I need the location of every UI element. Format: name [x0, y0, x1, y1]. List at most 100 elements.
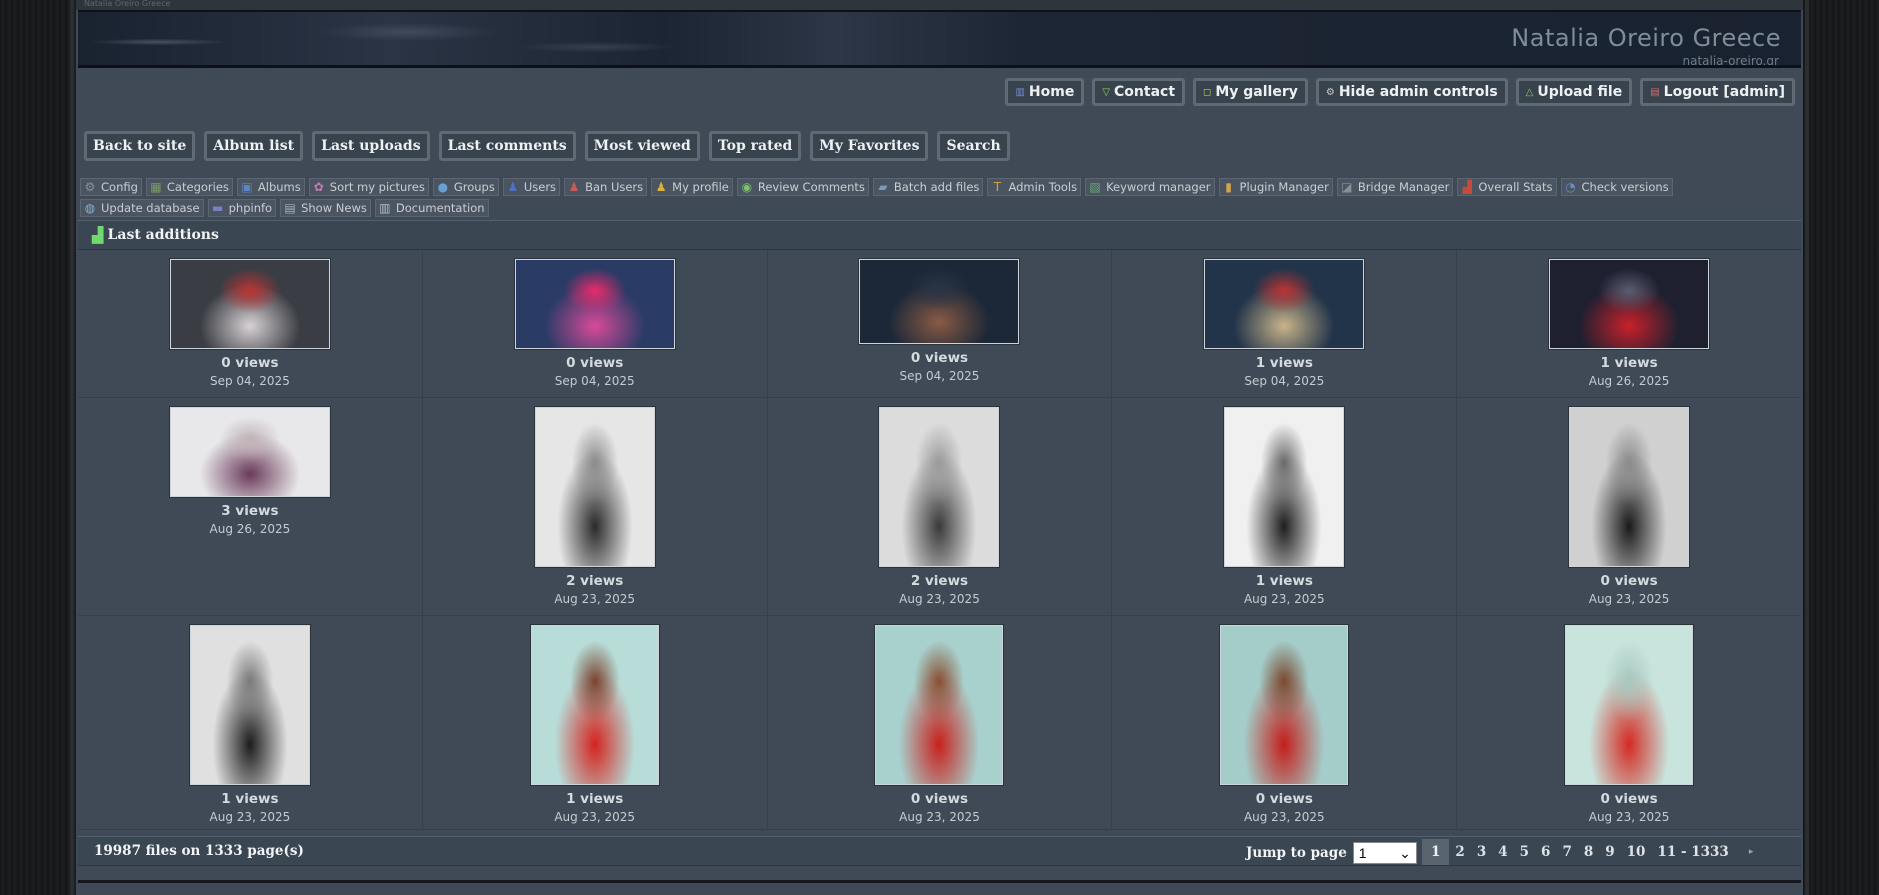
admin-label: My profile [672, 180, 729, 194]
thumbnail-image[interactable] [1569, 407, 1690, 567]
top-menu-gallery-button[interactable]: ◻ My gallery [1193, 78, 1308, 106]
page-link[interactable]: 4 [1492, 839, 1513, 865]
admin-keyword-button[interactable]: ▧ Keyword manager [1085, 178, 1215, 196]
main-menu-top-rated-button[interactable]: Top rated [708, 131, 802, 161]
thumbnail-image[interactable] [1565, 625, 1694, 785]
main-menu-album-list-button[interactable]: Album list [204, 131, 304, 161]
thumbnail-image[interactable] [1220, 625, 1349, 785]
top-menu-admin-button[interactable]: ⚙ Hide admin controls [1315, 78, 1508, 106]
admin-batch-button[interactable]: ▰ Batch add files [872, 178, 984, 196]
upload-icon: △ [1525, 86, 1534, 98]
page-link[interactable]: 9 [1599, 839, 1620, 865]
view-count: 0 views [566, 355, 624, 371]
page-link[interactable]: 7 [1556, 839, 1577, 865]
admin-news-button[interactable]: ▤ Show News [280, 199, 371, 217]
gallery-icon: ◻ [1203, 86, 1212, 98]
upload-date: Aug 26, 2025 [1588, 374, 1670, 388]
top-menu: ▥ Home ▽ Contact ◻ My gallery ⚙ Hide admin cont… [1005, 78, 1795, 106]
site-banner: Natalia Oreiro Greece natalia-oreiro.gr [78, 10, 1801, 68]
upload-date: Aug 23, 2025 [899, 592, 980, 606]
thumbnail-cell: 0 views Aug 23, 2025 [1457, 398, 1801, 615]
admin-label: Ban Users [585, 180, 644, 194]
thumbnail-image[interactable] [530, 625, 659, 785]
main-menu: Back to site Album list Last uploads Last c… [84, 131, 1010, 161]
admin-bridge-button[interactable]: ◪ Bridge Manager [1336, 178, 1454, 196]
page-link[interactable]: 6 [1535, 839, 1556, 865]
upload-date: Aug 23, 2025 [1243, 592, 1325, 606]
thumbnail-cell: 3 views Aug 26, 2025 [78, 398, 423, 615]
phpinfo-icon: ▬ [211, 201, 224, 215]
main-menu-search-button[interactable]: Search [937, 131, 1010, 161]
ban-users-icon: ♟ [568, 180, 580, 194]
page-link[interactable]: 3 [1471, 839, 1492, 865]
admin-versions-button[interactable]: ◔ Check versions [1560, 178, 1673, 196]
top-menu-upload-button[interactable]: △ Upload file [1515, 78, 1633, 106]
sort-icon: ✿ [313, 180, 324, 194]
admin-tools-button[interactable]: T Admin Tools [987, 178, 1082, 196]
main-menu-my-favorites-button[interactable]: My Favorites [810, 131, 929, 161]
categories-icon: ▦ [150, 180, 162, 194]
page-link[interactable]: 2 [1449, 839, 1470, 865]
thumbnail-image[interactable] [189, 625, 310, 785]
admin-plugin-button[interactable]: ▮ Plugin Manager [1218, 178, 1333, 196]
thumbnail-image[interactable] [1204, 259, 1365, 349]
chevron-down-icon: ⌄ [1399, 844, 1411, 861]
admin-database-button[interactable]: ◍ Update database [80, 199, 204, 217]
right-frame [1805, 0, 1809, 895]
main-menu-most-viewed-button[interactable]: Most viewed [584, 131, 700, 161]
thumbnail-image[interactable] [875, 625, 1004, 785]
thumbnail-cell: 1 views Aug 23, 2025 [423, 616, 768, 829]
admin-albums-button[interactable]: ▣ Albums [236, 178, 305, 196]
tools-icon: T [993, 180, 1002, 194]
thumbnail-image[interactable] [169, 407, 330, 497]
comments-icon: ◉ [741, 180, 753, 194]
thumbnail-image[interactable] [534, 407, 655, 567]
admin-users-button[interactable]: ♟ Users [502, 178, 561, 196]
gallery-heading: Last additions [107, 227, 219, 243]
next-page-icon[interactable]: ▸ [1735, 839, 1760, 865]
admin-phpinfo-button[interactable]: ▬ phpinfo [207, 199, 277, 217]
admin-comments-button[interactable]: ◉ Review Comments [736, 178, 869, 196]
thumbnail-cell: 1 views Sep 04, 2025 [1112, 250, 1458, 397]
top-menu-home-button[interactable]: ▥ Home [1005, 78, 1085, 106]
page-select[interactable]: 1 ⌄ [1352, 842, 1417, 864]
admin-label: Plugin Manager [1239, 180, 1329, 194]
thumbnail-image[interactable] [1224, 407, 1345, 567]
admin-categories-button[interactable]: ▦ Categories [145, 178, 233, 196]
view-count: 2 views [910, 573, 969, 589]
top-menu-logout-button[interactable]: ▤ Logout [admin] [1640, 78, 1795, 106]
top-menu-label: Contact [1114, 84, 1176, 100]
admin-label: Documentation [395, 201, 485, 215]
page-link[interactable]: 10 [1621, 839, 1652, 865]
gallery-row: 1 views Aug 23, 2025 1 views Aug 23, 2025 0 … [78, 616, 1801, 830]
admin-documentation-button[interactable]: ▥ Documentation [374, 199, 489, 217]
thumbnail-grid: 0 views Sep 04, 2025 0 views Sep 04, 2025 0 … [78, 250, 1801, 830]
page-link[interactable]: 8 [1578, 839, 1599, 865]
admin-profile-button[interactable]: ♟ My profile [651, 178, 733, 196]
page-link[interactable]: 11 - 1333 [1651, 839, 1734, 865]
thumbnail-image[interactable] [879, 407, 1000, 567]
admin-sort-button[interactable]: ✿ Sort my pictures [308, 178, 429, 196]
main-menu-back-to-site-button[interactable]: Back to site [84, 131, 196, 161]
admin-label: Bridge Manager [1357, 180, 1450, 194]
thumbnail-image[interactable] [169, 259, 330, 349]
thumbnail-image[interactable] [859, 259, 1020, 344]
top-menu-contact-button[interactable]: ▽ Contact [1092, 78, 1186, 106]
main-menu-last-uploads-button[interactable]: Last uploads [312, 131, 430, 161]
top-strip: Natalia Oreiro Greece [76, 0, 1803, 10]
groups-icon: ● [437, 180, 449, 194]
thumbnail-image[interactable] [514, 259, 675, 349]
view-count: 0 views [1600, 791, 1658, 807]
upload-date: Aug 23, 2025 [899, 810, 980, 824]
admin-stats-button[interactable]: ▟ Overall Stats [1457, 178, 1557, 196]
thumbnail-cell: 0 views Aug 23, 2025 [1457, 616, 1801, 829]
admin-ban-users-button[interactable]: ♟ Ban Users [564, 178, 648, 196]
view-count: 1 views [221, 791, 279, 807]
top-menu-label: Upload file [1537, 84, 1623, 100]
thumbnail-image[interactable] [1549, 259, 1710, 349]
main-menu-last-comments-button[interactable]: Last comments [438, 131, 576, 161]
admin-label: Groups [453, 180, 495, 194]
admin-config-button[interactable]: ⚙ Config [80, 178, 142, 196]
page-link[interactable]: 5 [1514, 839, 1535, 865]
admin-groups-button[interactable]: ● Groups [432, 178, 499, 196]
